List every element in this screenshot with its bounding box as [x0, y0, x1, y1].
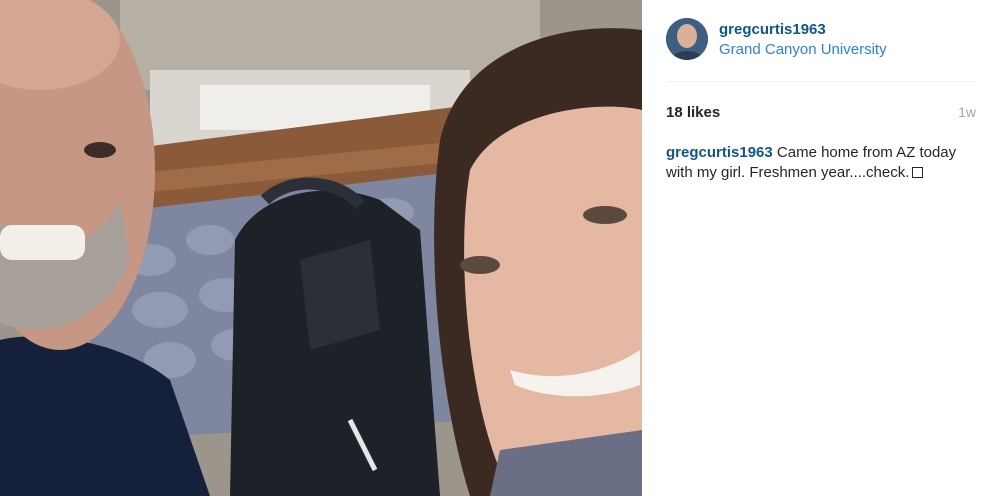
- post-caption: gregcurtis1963 Came home from AZ today w…: [666, 143, 976, 183]
- post-stats: 18 likes 1w: [666, 102, 976, 122]
- avatar-image: [666, 18, 708, 60]
- avatar[interactable]: [666, 18, 708, 60]
- post-header: gregcurtis1963 Grand Canyon University: [666, 18, 976, 80]
- selfie-photo-illustration: [0, 0, 642, 496]
- caption-username-link[interactable]: gregcurtis1963: [666, 144, 773, 161]
- divider: [666, 81, 976, 82]
- box-glyph-icon: [912, 167, 924, 178]
- likes-count[interactable]: 18 likes: [666, 104, 720, 121]
- location-link[interactable]: Grand Canyon University: [719, 40, 887, 59]
- username-link[interactable]: gregcurtis1963: [719, 20, 887, 39]
- post-timestamp[interactable]: 1w: [958, 104, 976, 120]
- instagram-post: gregcurtis1963 Grand Canyon University 1…: [0, 0, 1000, 496]
- header-text: gregcurtis1963 Grand Canyon University: [719, 20, 887, 59]
- post-side-panel: gregcurtis1963 Grand Canyon University 1…: [642, 0, 1000, 496]
- post-photo[interactable]: [0, 0, 642, 496]
